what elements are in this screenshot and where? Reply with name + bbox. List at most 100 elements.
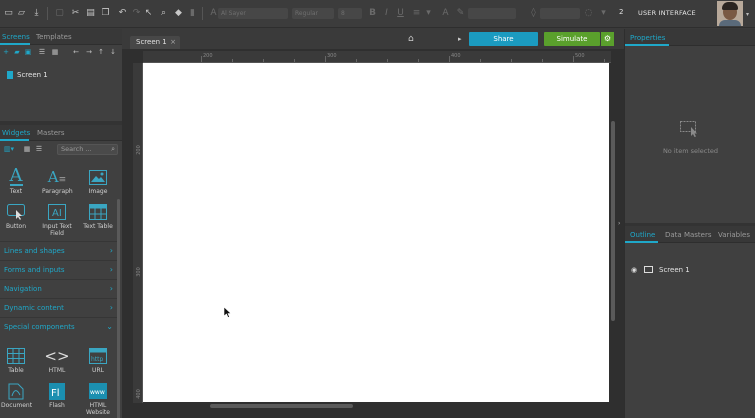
widget-paragraph[interactable]: A≡ Paragraph <box>42 166 73 195</box>
tab-templates[interactable]: Templates <box>36 33 72 41</box>
avatar[interactable] <box>717 1 743 26</box>
library-icon[interactable]: ▥▾ <box>2 145 16 153</box>
arrow-right-icon[interactable]: → <box>85 48 93 56</box>
gear-icon[interactable]: ⚙ <box>601 32 614 46</box>
flash-icon: Fl <box>42 380 72 402</box>
chevron-down-icon[interactable]: ▾ <box>423 8 434 19</box>
grid-view-icon[interactable]: ▦ <box>23 145 31 153</box>
simulate-button[interactable]: Simulate <box>544 32 600 46</box>
screen-tab[interactable]: Screen 1 × <box>130 36 180 49</box>
zoom-icon[interactable]: ⌕ <box>158 8 169 19</box>
widgets-scrollbar[interactable] <box>117 199 120 418</box>
close-icon[interactable]: × <box>170 36 176 49</box>
text-icon: A <box>9 165 23 186</box>
share-button[interactable]: Share <box>469 32 538 46</box>
widget-input-text-field[interactable]: AI Input Text Field <box>42 201 72 237</box>
text-table-icon <box>83 201 113 223</box>
category-forms-and-inputs[interactable]: Forms and inputs › <box>0 260 117 278</box>
tab-screens[interactable]: Screens <box>2 33 30 41</box>
widget-url[interactable]: http URL <box>83 345 113 374</box>
pen-icon[interactable]: ✎ <box>455 8 466 19</box>
font-size-select[interactable]: 8 <box>338 8 362 19</box>
active-tab-indicator <box>625 241 658 243</box>
list-view-icon[interactable]: ☰ <box>38 48 46 56</box>
widget-search-input[interactable]: Search ... ⌕ <box>57 144 118 155</box>
svg-text:http: http <box>91 356 104 363</box>
mouse-cursor-icon <box>224 307 232 318</box>
toolbar-divider <box>47 7 48 20</box>
chevron-right-icon: › <box>109 246 113 255</box>
widget-document[interactable]: Document <box>1 380 32 409</box>
new-file-icon[interactable]: ▭ <box>3 8 14 19</box>
cut-disabled-icon: ▢ <box>55 8 64 18</box>
grid-view-icon[interactable]: ▦ <box>51 48 59 56</box>
tab-widgets[interactable]: Widgets <box>2 129 30 137</box>
fill-select[interactable] <box>540 8 580 19</box>
open-folder-icon[interactable]: ▱ <box>16 8 27 19</box>
add-folder-icon[interactable]: ▰ <box>13 48 21 56</box>
align-icon[interactable]: ≡ <box>411 8 422 19</box>
category-dynamic-content[interactable]: Dynamic content › <box>0 298 117 316</box>
collapse-panel-icon[interactable]: › <box>618 220 620 227</box>
arrow-up-icon[interactable]: ↑ <box>97 48 105 56</box>
fill-drop-icon[interactable]: ◊ <box>528 8 539 19</box>
widget-html[interactable]: <> HTML <box>42 345 72 374</box>
copy-icon[interactable]: ❐ <box>100 8 111 19</box>
eraser-icon[interactable]: ◆ <box>173 8 184 19</box>
bold-icon[interactable]: B <box>367 8 378 19</box>
user-name[interactable]: USER INTERFACE <box>638 9 696 17</box>
chevron-down-icon[interactable]: ▾ <box>598 8 609 19</box>
tab-data-masters[interactable]: Data Masters <box>665 231 712 239</box>
widget-text[interactable]: A Text <box>1 166 31 195</box>
widget-button[interactable]: Button <box>1 201 31 230</box>
play-icon[interactable]: ▸ <box>458 35 462 43</box>
paste-icon[interactable]: ▤ <box>85 8 96 19</box>
table-icon <box>1 345 31 367</box>
download-icon[interactable]: ⤓ <box>31 8 42 19</box>
font-weight-select[interactable]: Regular <box>292 8 334 19</box>
undo-icon[interactable]: ↶ <box>117 8 128 19</box>
text-color-icon[interactable]: A <box>440 8 451 19</box>
eye-icon[interactable]: ◉ <box>631 266 637 274</box>
screen-list-item[interactable]: Screen 1 <box>0 69 122 82</box>
category-special-components[interactable]: Special components ⌄ <box>0 317 117 335</box>
online-users-count: 2 <box>619 8 624 16</box>
tab-outline[interactable]: Outline <box>630 231 655 239</box>
chevron-right-icon: › <box>109 284 113 293</box>
comment-icon[interactable]: ◌ <box>583 8 594 19</box>
tab-properties[interactable]: Properties <box>630 34 665 42</box>
underline-icon[interactable]: U <box>395 8 406 19</box>
canvas-horizontal-scrollbar[interactable] <box>210 404 353 408</box>
redo-icon: ↷ <box>132 8 141 18</box>
tab-variables[interactable]: Variables <box>718 231 750 239</box>
tab-masters[interactable]: Masters <box>37 129 65 137</box>
font-family-select[interactable]: Al Sayer <box>218 8 288 19</box>
italic-icon[interactable]: I <box>381 8 392 19</box>
outline-item[interactable]: ◉ Screen 1 <box>625 264 755 277</box>
screen-artboard[interactable] <box>143 63 609 402</box>
scissors-icon[interactable]: ✂ <box>70 8 81 19</box>
widget-flash[interactable]: Fl Flash <box>42 380 72 409</box>
chevron-down-icon[interactable]: ▾ <box>746 11 749 18</box>
input-text-icon: AI <box>42 201 72 223</box>
widget-html-website[interactable]: www HTML Website <box>83 380 113 416</box>
outline-tabs: Outline Data Masters Variables <box>625 226 755 243</box>
canvas-vertical-scrollbar[interactable] <box>611 121 615 321</box>
arrow-down-icon[interactable]: ↓ <box>109 48 117 56</box>
home-icon[interactable]: ⌂ <box>408 34 414 44</box>
list-view-icon[interactable]: ☰ <box>35 145 43 153</box>
canvas-area: Screen 1 × ⌂ ▸ Share Simulate ⚙ 200 300 … <box>122 29 624 418</box>
category-lines-and-shapes[interactable]: Lines and shapes › <box>0 241 117 259</box>
pointer-icon[interactable]: ↖ <box>143 8 154 19</box>
arrow-left-icon[interactable]: ← <box>72 48 80 56</box>
format-painter-icon: ▮ <box>190 8 195 18</box>
category-navigation[interactable]: Navigation › <box>0 279 117 297</box>
widget-table[interactable]: Table <box>1 345 31 374</box>
add-screen-icon[interactable]: + <box>2 48 10 56</box>
duplicate-screen-icon[interactable]: ▣ <box>24 48 32 56</box>
widget-text-table[interactable]: Text Table <box>83 201 113 230</box>
widget-image[interactable]: Image <box>83 166 113 195</box>
toolbar-divider <box>202 7 203 20</box>
no-item-selected-text: No item selected <box>662 147 719 155</box>
border-select[interactable] <box>468 8 516 19</box>
